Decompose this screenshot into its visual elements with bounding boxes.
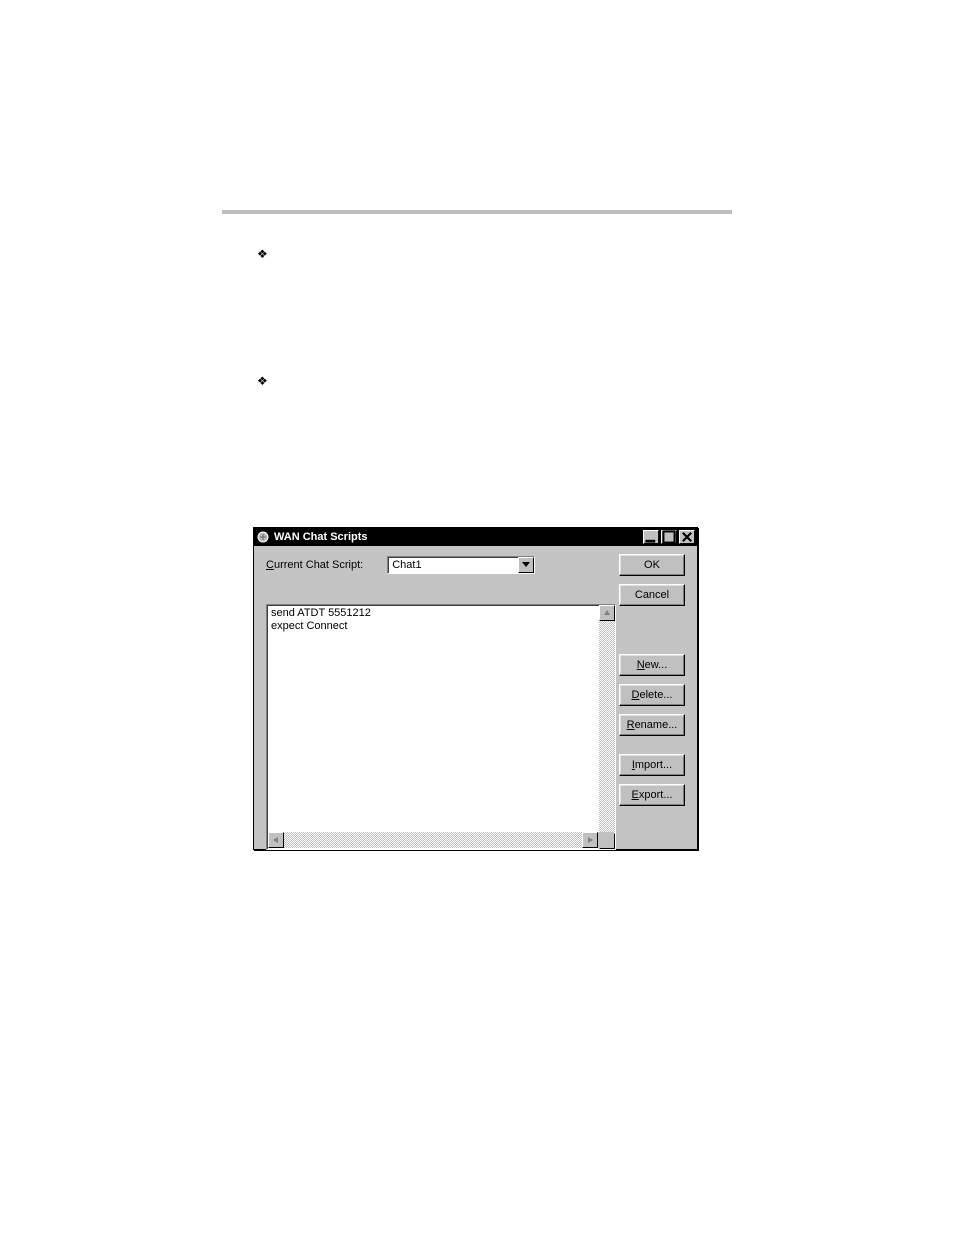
dropdown-toggle[interactable] [518,557,534,573]
dialog-title: WAN Chat Scripts [274,531,641,543]
scroll-track[interactable] [284,832,582,848]
bullet-icon: ❖ [257,374,268,388]
wan-chat-scripts-dialog: WAN Chat Scripts Current Chat Script: Ch… [253,527,698,850]
cancel-label: Cancel [635,589,669,601]
dialog-client-area: Current Chat Script: Chat1 send ATDT 555… [254,546,697,849]
titlebar: WAN Chat Scripts [254,528,697,546]
dropdown-value: Chat1 [388,559,518,571]
current-chat-script-label: Current Chat Script: [266,559,363,571]
script-content[interactable]: send ATDT 5551212 expect Connect [267,605,599,849]
scroll-track[interactable] [599,621,615,833]
window-controls [641,530,695,544]
scroll-corner [598,832,614,848]
vertical-scrollbar[interactable] [599,605,615,849]
new-button[interactable]: New... [619,654,685,676]
maximize-button[interactable] [661,530,677,544]
ok-button[interactable]: OK [619,554,685,576]
page-divider [222,210,732,214]
scroll-left-icon[interactable] [268,832,284,848]
app-icon [256,530,270,544]
cancel-button[interactable]: Cancel [619,584,685,606]
export-button[interactable]: Export... [619,784,685,806]
ok-label: OK [644,559,660,571]
delete-button[interactable]: Delete... [619,684,685,706]
rename-button[interactable]: Rename... [619,714,685,736]
close-button[interactable] [679,530,695,544]
horizontal-scrollbar[interactable] [268,832,598,848]
minimize-button[interactable] [643,530,659,544]
current-chat-script-dropdown[interactable]: Chat1 [387,556,535,574]
scroll-up-icon[interactable] [599,605,615,621]
bullet-icon: ❖ [257,247,268,261]
script-textarea[interactable]: send ATDT 5551212 expect Connect [266,604,616,850]
import-button[interactable]: Import... [619,754,685,776]
scroll-right-icon[interactable] [582,832,598,848]
